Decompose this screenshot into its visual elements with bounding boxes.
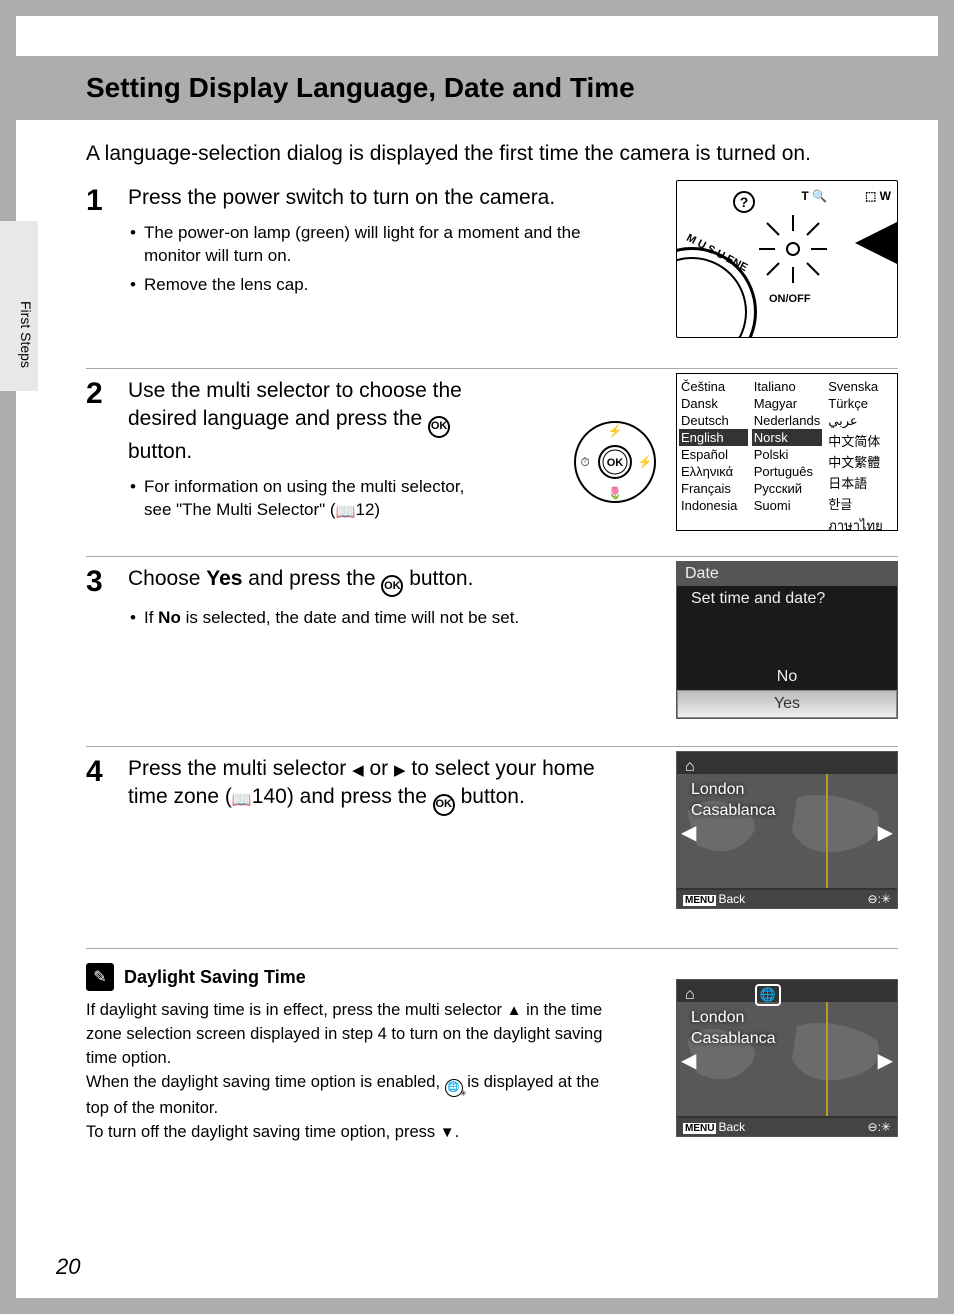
multi-selector-illustration: OK ⚡ 🌷 ⏱ ⚡ — [572, 419, 658, 505]
lang-option[interactable]: Ελληνικά — [679, 463, 748, 480]
lang-option[interactable]: Polski — [752, 446, 823, 463]
manual-ref-icon: 📖 — [336, 504, 356, 521]
language-selection-panel: Čeština Dansk Deutsch English Español Ελ… — [676, 373, 898, 531]
lang-option[interactable]: Türkçe — [826, 395, 895, 412]
svg-text:OK: OK — [607, 457, 624, 469]
lang-option[interactable]: Français — [679, 480, 748, 497]
camera-top-illustration: M U S U ENE ? T 🔍 ⬚ W ON/OFF — [676, 180, 898, 338]
lang-col-2: Italiano Magyar Nederlands Norsk Polski … — [750, 374, 825, 530]
manual-ref-icon: 📖 — [232, 792, 252, 809]
step-3: 3 Choose Yes and press the OK button. If… — [86, 556, 898, 746]
section-header: Setting Display Language, Date and Time — [16, 56, 938, 120]
lang-option[interactable]: Italiano — [752, 378, 823, 395]
daylight-saving-section: ✎ Daylight Saving Time If daylight savin… — [86, 948, 898, 1168]
note-icon: ✎ — [86, 963, 114, 991]
lang-option[interactable]: 日本語 — [826, 472, 895, 493]
onoff-label: ON/OFF — [769, 293, 811, 305]
page-number: 20 — [56, 1254, 80, 1280]
lang-col-1: Čeština Dansk Deutsch English Español Ελ… — [677, 374, 750, 530]
svg-text:⏱: ⏱ — [580, 455, 589, 469]
power-switch-icon — [753, 209, 833, 289]
dst-body-text: If daylight saving time is in effect, pr… — [86, 999, 616, 1145]
timezone-panel-dst: ⌂ 🌐 London Casablanca ◀ ▶ MENUBack ⊖:✳ — [676, 979, 898, 1137]
lang-option[interactable]: 中文繁體 — [826, 451, 895, 472]
lang-option-selected[interactable]: English — [679, 429, 748, 446]
lang-option[interactable]: Suomi — [752, 497, 823, 514]
steps-area: 1 Press the power switch to turn on the … — [86, 176, 898, 1238]
ok-button-icon: OK — [381, 575, 403, 597]
svg-text:⚡: ⚡ — [638, 455, 653, 469]
menu-tag[interactable]: MENU — [683, 895, 716, 906]
nav-right-icon[interactable]: ▶ — [878, 1048, 893, 1073]
step-heading: Choose Yes and press the OK button. — [128, 565, 638, 597]
lang-option[interactable]: Português — [752, 463, 823, 480]
dst-globe-icon: 🌐 — [445, 1079, 463, 1097]
lang-option[interactable]: Nederlands — [752, 412, 823, 429]
lang-option[interactable]: 中文简体 — [826, 430, 895, 451]
lang-option[interactable]: Indonesia — [679, 497, 748, 514]
lang-option[interactable]: Dansk — [679, 395, 748, 412]
step-number: 2 — [86, 377, 124, 542]
option-no[interactable]: No — [677, 664, 897, 690]
ok-button-icon: OK — [428, 416, 450, 438]
lang-option[interactable]: Svenska — [826, 378, 895, 395]
date-prompt-panel: Date Set time and date? No Yes — [676, 561, 898, 719]
step-bullet: The power-on lamp (green) will light for… — [128, 222, 608, 268]
step-number: 4 — [86, 755, 124, 928]
nav-left-icon[interactable]: ◀ — [681, 1048, 696, 1073]
dst-enabled-icon: 🌐 — [755, 984, 781, 1006]
lang-option[interactable]: عربي — [826, 412, 895, 430]
dst-indicator-icon: ⊖:✳ — [868, 1120, 891, 1134]
home-icon: ⌂ — [685, 758, 695, 776]
nav-right-icon[interactable]: ▶ — [878, 820, 893, 845]
help-icon: ? — [733, 191, 755, 213]
svg-text:🌷: 🌷 — [608, 486, 623, 500]
step-heading: Press the multi selector ◀ or ▶ to selec… — [128, 755, 638, 816]
up-triangle-icon: ▲ — [507, 1002, 522, 1019]
panel-prompt: Set time and date? — [677, 586, 897, 612]
lang-option[interactable]: Norsk — [752, 429, 823, 446]
step-bullet: If No is selected, the date and time wil… — [128, 607, 608, 630]
step-number: 3 — [86, 565, 124, 732]
lang-option[interactable]: Русский — [752, 480, 823, 497]
nav-left-icon[interactable]: ◀ — [681, 820, 696, 845]
home-icon: ⌂ — [685, 986, 695, 1004]
step-1: 1 Press the power switch to turn on the … — [86, 176, 898, 368]
chapter-tab: First Steps — [0, 221, 38, 391]
dst-indicator-icon: ⊖:✳ — [868, 892, 891, 906]
right-triangle-icon: ▶ — [394, 762, 406, 779]
option-yes-selected[interactable]: Yes — [677, 690, 897, 718]
menu-tag[interactable]: MENU — [683, 1123, 716, 1134]
left-triangle-icon: ◀ — [352, 762, 364, 779]
step-number: 1 — [86, 184, 124, 354]
ok-button-icon: OK — [433, 794, 455, 816]
timezone-city: London Casablanca — [691, 780, 776, 822]
intro-text: A language-selection dialog is displayed… — [86, 142, 866, 166]
step-2: 2 Use the multi selector to choose the d… — [86, 368, 898, 556]
step-bullet: Remove the lens cap. — [128, 274, 608, 297]
step-4: 4 Press the multi selector ◀ or ▶ to sel… — [86, 746, 898, 942]
lang-option[interactable]: Deutsch — [679, 412, 748, 429]
lang-option[interactable]: 한글 — [826, 493, 895, 514]
step-bullet: For information on using the multi selec… — [128, 476, 468, 524]
lang-option[interactable]: ภาษาไทย — [826, 514, 895, 537]
step-heading: Press the power switch to turn on the ca… — [128, 184, 638, 212]
arrow-left-icon — [855, 221, 898, 265]
step-heading: Use the multi selector to choose the des… — [128, 377, 508, 466]
down-triangle-icon: ▼ — [440, 1124, 455, 1141]
lang-option[interactable]: Español — [679, 446, 748, 463]
lang-option[interactable]: Čeština — [679, 378, 748, 395]
svg-text:⚡: ⚡ — [608, 424, 623, 438]
timezone-panel: ⌂ London Casablanca ◀ ▶ MENUBack ⊖:✳ — [676, 751, 898, 909]
timezone-city: London Casablanca — [691, 1008, 776, 1050]
lang-option[interactable]: Magyar — [752, 395, 823, 412]
zoom-labels: T 🔍 ⬚ W — [801, 189, 891, 203]
dst-title: Daylight Saving Time — [124, 967, 306, 988]
panel-title: Date — [677, 562, 897, 586]
manual-page: Setting Display Language, Date and Time … — [16, 16, 938, 1298]
chapter-tab-label: First Steps — [18, 301, 34, 368]
section-title: Setting Display Language, Date and Time — [86, 72, 635, 104]
lang-col-3: Svenska Türkçe عربي 中文简体 中文繁體 日本語 한글 ภาษ… — [824, 374, 897, 530]
